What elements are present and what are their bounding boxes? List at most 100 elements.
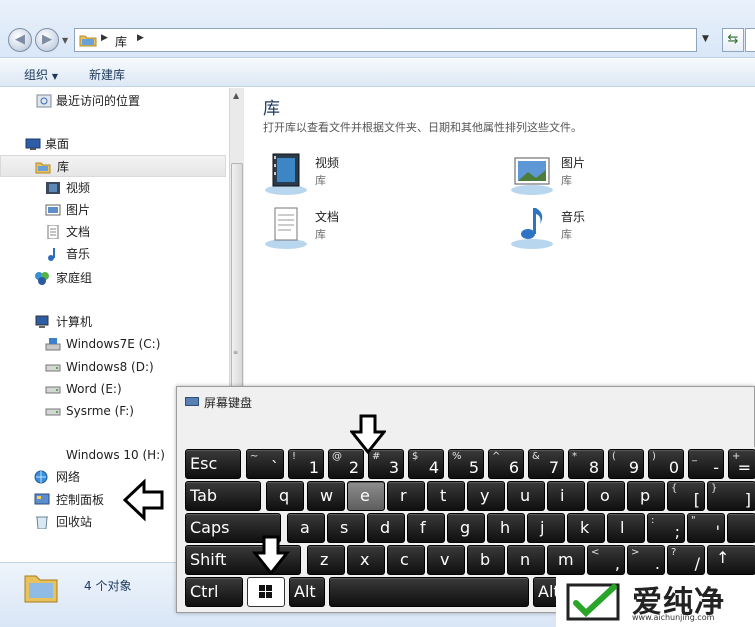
key-5[interactable]: % 5 bbox=[448, 449, 484, 479]
library-tile-pictures[interactable]: 图片 库 bbox=[509, 150, 729, 198]
key-d[interactable]: d bbox=[367, 513, 405, 543]
back-button[interactable]: ◀ bbox=[8, 28, 32, 52]
key-h[interactable]: h bbox=[487, 513, 525, 543]
nav-label: 计算机 bbox=[56, 315, 93, 329]
key-e[interactable]: e bbox=[347, 481, 385, 511]
breadcrumb-libraries[interactable]: 库 bbox=[115, 33, 127, 50]
key-label: 2 bbox=[348, 458, 359, 477]
key-6[interactable]: ^ 6 bbox=[488, 449, 524, 479]
address-dropdown-icon[interactable]: ▼ bbox=[702, 34, 709, 44]
nav-item-drive-c[interactable]: Windows7E (C:) bbox=[0, 333, 226, 355]
key-label: k bbox=[580, 518, 590, 537]
key-g[interactable]: g bbox=[447, 513, 485, 543]
nav-item-pictures[interactable]: 图片 bbox=[0, 199, 226, 221]
nav-label: Sysrme (F:) bbox=[66, 404, 134, 418]
key-label: ↑ bbox=[716, 548, 730, 567]
key-k[interactable]: k bbox=[567, 513, 605, 543]
nav-item-libraries[interactable]: 库 bbox=[0, 155, 226, 177]
nav-label: 最近访问的位置 bbox=[56, 94, 141, 108]
library-type: 库 bbox=[315, 174, 326, 187]
key-label: r bbox=[400, 486, 407, 505]
nav-item-videos[interactable]: 视频 bbox=[0, 177, 226, 199]
nav-item-computer[interactable]: 计算机 bbox=[0, 311, 226, 333]
key-m[interactable]: m bbox=[547, 545, 585, 575]
key-n[interactable]: n bbox=[507, 545, 545, 575]
nav-item-documents[interactable]: 文档 bbox=[0, 221, 226, 243]
key-shift-label: < bbox=[591, 547, 600, 558]
key-left-bracket[interactable]: {[ bbox=[667, 481, 705, 511]
refresh-button[interactable]: ⇆ bbox=[722, 28, 744, 52]
key-p[interactable]: p bbox=[627, 481, 665, 511]
key-x[interactable]: x bbox=[347, 545, 385, 575]
nav-item-homegroup[interactable]: 家庭组 bbox=[0, 267, 226, 289]
key-1[interactable]: ! 1 bbox=[288, 449, 324, 479]
key-j[interactable]: j bbox=[527, 513, 565, 543]
key-r[interactable]: r bbox=[387, 481, 425, 511]
nav-item-drive-d[interactable]: Windows8 (D:) bbox=[0, 356, 226, 378]
key-alt-left[interactable]: Alt bbox=[289, 577, 325, 607]
nav-item-music[interactable]: 音乐 bbox=[0, 243, 226, 265]
new-library-button[interactable]: 新建库 bbox=[89, 66, 125, 83]
key-right-bracket[interactable]: }] bbox=[707, 481, 755, 511]
key-4[interactable]: $4 bbox=[408, 449, 444, 479]
key-9[interactable]: (9 bbox=[608, 449, 644, 479]
scroll-up-icon[interactable]: ▲ bbox=[233, 91, 239, 100]
key-label: e bbox=[360, 486, 370, 505]
key-label: [ bbox=[693, 490, 700, 509]
forward-button[interactable]: ▶ bbox=[35, 28, 59, 52]
key-w[interactable]: w bbox=[307, 481, 345, 511]
recent-pages-dropdown-icon[interactable]: ▼ bbox=[62, 36, 68, 45]
key-ctrl[interactable]: Ctrl bbox=[185, 577, 243, 607]
key-a[interactable]: a bbox=[287, 513, 325, 543]
key-q[interactable]: q bbox=[266, 481, 304, 511]
key-y[interactable]: y bbox=[467, 481, 505, 511]
key-label: 6 bbox=[508, 458, 519, 477]
key-0[interactable]: ) 0 bbox=[648, 449, 684, 479]
key-enter[interactable] bbox=[727, 513, 755, 543]
key-shift-label: > bbox=[631, 547, 640, 558]
key-8[interactable]: * 8 bbox=[568, 449, 604, 479]
key-shift-label: ? bbox=[671, 547, 677, 558]
breadcrumb-separator-icon[interactable]: ▶ bbox=[101, 33, 108, 43]
address-box[interactable]: ▶ 库 ▶ bbox=[74, 28, 697, 52]
key-semicolon[interactable]: :; bbox=[647, 513, 685, 543]
key-7[interactable]: & 7 bbox=[528, 449, 564, 479]
key-quote[interactable]: " ' bbox=[687, 513, 725, 543]
key-slash[interactable]: ? / bbox=[667, 545, 705, 575]
search-input[interactable] bbox=[745, 28, 755, 52]
library-tile-documents[interactable]: 文档 库 bbox=[263, 204, 483, 252]
nav-item-desktop[interactable]: 桌面 bbox=[0, 133, 226, 155]
key-o[interactable]: o bbox=[587, 481, 625, 511]
key-up-arrow[interactable]: ↑ bbox=[707, 545, 755, 575]
key-minus[interactable]: _ - bbox=[688, 449, 724, 479]
key-equals[interactable]: + = bbox=[728, 449, 755, 479]
key-label: t bbox=[440, 486, 447, 505]
organize-button[interactable]: 组织 ▼ bbox=[24, 66, 58, 83]
key-label: , bbox=[614, 554, 620, 573]
nav-item-recent[interactable]: 最近访问的位置 bbox=[0, 90, 226, 112]
key-period[interactable]: >. bbox=[627, 545, 665, 575]
key-c[interactable]: c bbox=[387, 545, 425, 575]
key-f[interactable]: f bbox=[407, 513, 445, 543]
key-label: 7 bbox=[548, 458, 559, 477]
recent-places-icon bbox=[36, 94, 52, 108]
key-shift-label: ~ bbox=[250, 451, 259, 462]
key-space[interactable] bbox=[329, 577, 529, 607]
key-backtick[interactable]: ~ ` bbox=[246, 449, 284, 479]
library-tile-music[interactable]: 音乐 库 bbox=[509, 204, 729, 252]
library-tile-videos[interactable]: 视频 库 bbox=[263, 150, 483, 198]
key-windows[interactable] bbox=[247, 577, 285, 607]
key-s[interactable]: s bbox=[327, 513, 365, 543]
key-b[interactable]: b bbox=[467, 545, 505, 575]
key-i[interactable]: i bbox=[547, 481, 585, 511]
key-u[interactable]: u bbox=[507, 481, 545, 511]
key-v[interactable]: v bbox=[427, 545, 465, 575]
key-t[interactable]: t bbox=[427, 481, 465, 511]
breadcrumb-separator-icon[interactable]: ▶ bbox=[137, 33, 144, 43]
key-z[interactable]: z bbox=[307, 545, 345, 575]
key-esc[interactable]: Esc bbox=[185, 449, 241, 479]
key-tab[interactable]: Tab bbox=[185, 481, 261, 511]
key-l[interactable]: l bbox=[607, 513, 645, 543]
key-label: . bbox=[654, 554, 660, 573]
key-comma[interactable]: <, bbox=[587, 545, 625, 575]
